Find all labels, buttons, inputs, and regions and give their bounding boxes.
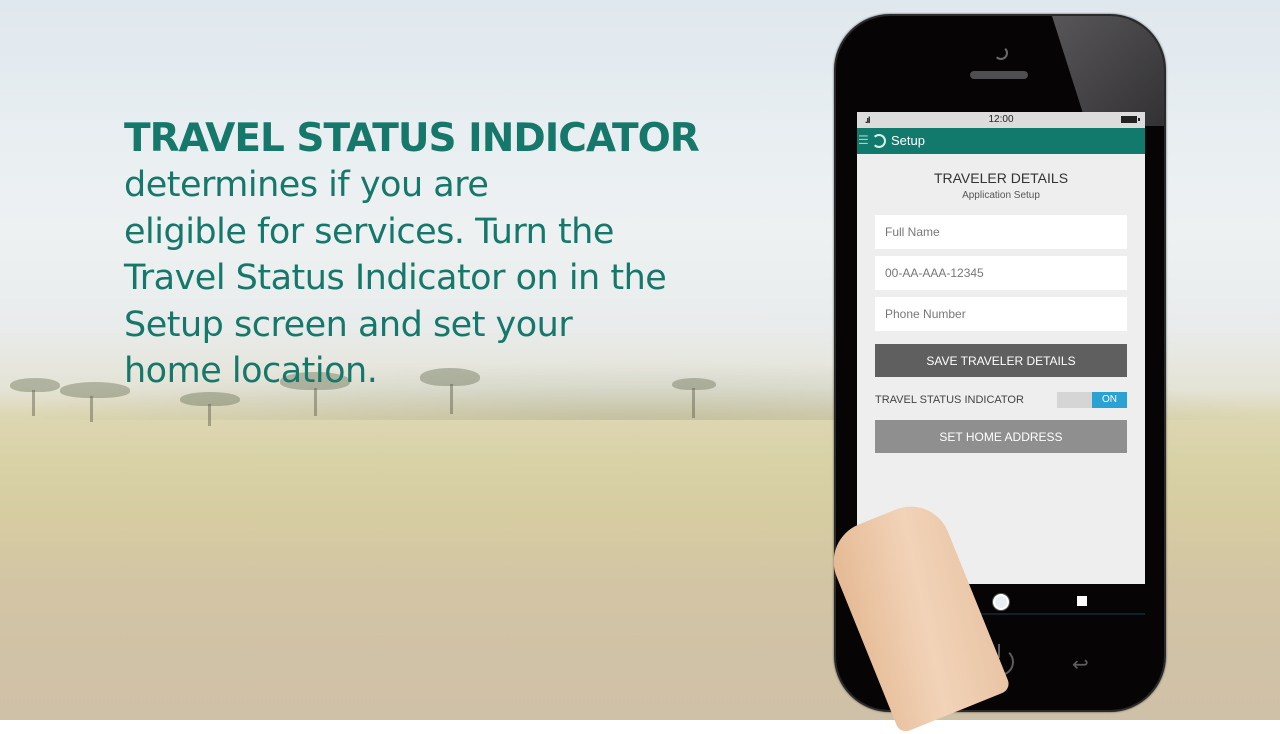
section-subtitle: Application Setup [962, 190, 1040, 201]
front-camera-icon [994, 46, 1008, 60]
toggle-state: ON [1092, 392, 1127, 408]
home-icon[interactable] [993, 594, 1009, 610]
app-logo-icon [872, 134, 886, 148]
return-icon[interactable]: ↩ [1072, 652, 1089, 677]
full-name-input[interactable] [875, 215, 1127, 249]
travel-status-toggle[interactable]: ON [1057, 392, 1127, 408]
travel-status-label: TRAVEL STATUS INDICATOR [875, 394, 1024, 406]
status-bar: .ıl 12:00 [857, 112, 1145, 128]
headline-block: TRAVEL STATUS INDICATOR determines if yo… [124, 116, 744, 395]
app-bar: ☰ Setup [857, 128, 1145, 154]
headline-body: determines if you are eligible for servi… [124, 165, 667, 391]
earpiece-speaker [970, 71, 1028, 79]
headline-title: TRAVEL STATUS INDICATOR [124, 116, 700, 161]
set-home-address-button[interactable]: SET HOME ADDRESS [875, 420, 1127, 453]
hamburger-menu-icon[interactable]: ☰ [858, 133, 869, 147]
travel-status-row: TRAVEL STATUS INDICATOR ON [875, 392, 1127, 408]
section-title: TRAVELER DETAILS [933, 170, 1069, 186]
recent-apps-icon[interactable] [1077, 596, 1087, 606]
phone-number-input[interactable] [875, 297, 1127, 331]
phone-glare [1052, 16, 1164, 126]
status-time: 12:00 [988, 114, 1014, 125]
save-traveler-details-button[interactable]: SAVE TRAVELER DETAILS [875, 344, 1127, 377]
app-bar-title: Setup [891, 133, 925, 148]
traveler-id-input[interactable] [875, 256, 1127, 290]
battery-icon [1121, 116, 1140, 123]
